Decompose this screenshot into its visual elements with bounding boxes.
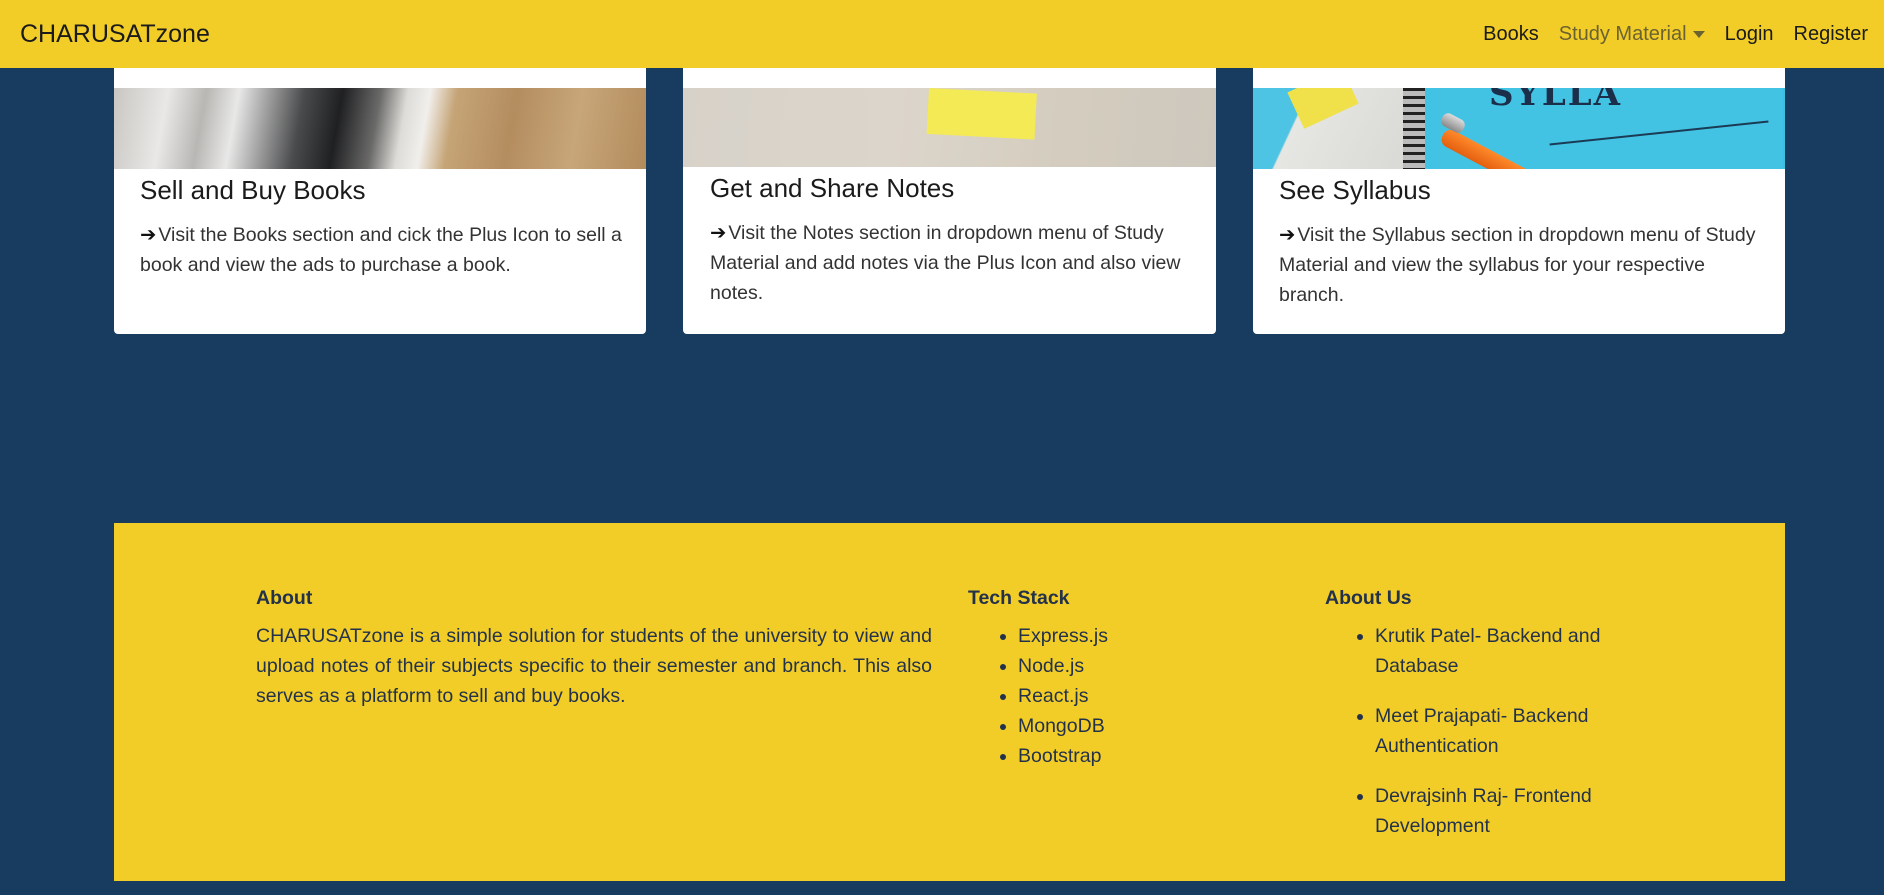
card-title: Get and Share Notes xyxy=(710,173,955,203)
card-text: Visit the Notes section in dropdown menu… xyxy=(710,222,1181,304)
nav-books-link[interactable]: Books xyxy=(1483,23,1539,46)
study-material-label: Study Material xyxy=(1558,22,1687,45)
card-text: Visit the Books section and cick the Plu… xyxy=(140,224,622,276)
card-title: See Syllabus xyxy=(1279,175,1431,205)
nav-links: Books Study Material Login Register xyxy=(1463,0,1868,68)
footer-about-us-heading: About Us xyxy=(1325,587,1412,609)
chevron-down-icon xyxy=(1692,30,1705,38)
nav-login-link[interactable]: Login xyxy=(1725,23,1774,46)
card-description: ➔ Visit the Notes section in dropdown men… xyxy=(710,218,1192,308)
notes-image xyxy=(683,88,1216,167)
arrow-right-icon: ➔ xyxy=(1279,224,1296,246)
books-image xyxy=(114,88,646,169)
nav-register-link[interactable]: Register xyxy=(1794,23,1868,46)
syllabus-image: SYLLA xyxy=(1253,88,1785,169)
tech-stack-item: React.js xyxy=(1018,681,1108,711)
card-description: ➔ Visit the Books section and cick the Pl… xyxy=(140,220,622,280)
tech-stack-item: MongoDB xyxy=(1018,711,1108,741)
card-title: Sell and Buy Books xyxy=(140,175,366,205)
site-footer: About CHARUSATzone is a simple solution … xyxy=(114,523,1785,881)
team-member-item: Devrajsinh Raj- Frontend Development xyxy=(1375,781,1625,841)
card-description: ➔ Visit the Syllabus section in dropdown … xyxy=(1279,220,1761,310)
tech-stack-item: Node.js xyxy=(1018,651,1108,681)
arrow-right-icon: ➔ xyxy=(140,224,157,246)
footer-tech-stack-heading: Tech Stack xyxy=(968,587,1070,609)
footer-about-heading: About xyxy=(256,587,313,609)
team-member-item: Meet Prajapati- Backend Authentication xyxy=(1375,701,1625,761)
tech-stack-list: Express.js Node.js React.js MongoDB Boot… xyxy=(968,621,1108,771)
nav-study-material-dropdown[interactable]: Study Material xyxy=(1559,23,1705,46)
tech-stack-item: Express.js xyxy=(1018,621,1108,651)
card-text: Visit the Syllabus section in dropdown m… xyxy=(1279,224,1756,306)
brand-logo-link[interactable]: CHARUSATzone xyxy=(20,0,210,68)
tech-stack-item: Bootstrap xyxy=(1018,741,1108,771)
syllabus-image-word: SYLLA xyxy=(1489,88,1623,114)
sticky-note-graphic xyxy=(926,88,1037,140)
top-navbar: CHARUSATzone Books Study Material Login … xyxy=(0,0,1884,68)
about-us-list: Krutik Patel- Backend and Database Meet … xyxy=(1325,621,1625,861)
team-member-item: Krutik Patel- Backend and Database xyxy=(1375,621,1625,681)
arrow-right-icon: ➔ xyxy=(710,222,727,244)
spiral-binding-graphic xyxy=(1403,88,1425,169)
footer-about-text: CHARUSATzone is a simple solution for st… xyxy=(256,625,932,707)
